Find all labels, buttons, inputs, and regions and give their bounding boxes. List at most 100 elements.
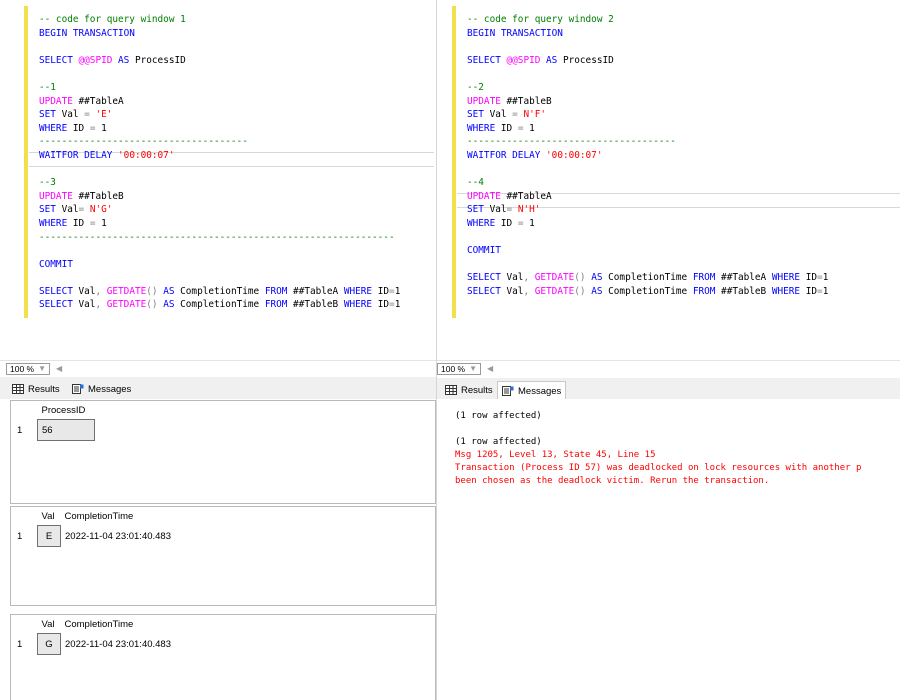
code-line[interactable]: BEGIN TRANSACTION [39, 27, 400, 41]
tab-results[interactable]: Results [441, 381, 497, 399]
scroll-left-icon[interactable]: ◀ [56, 364, 62, 373]
zoom-value: 100 % [441, 363, 466, 374]
tab-messages-label: Messages [518, 385, 562, 397]
code-line[interactable]: SET Val = 'E' [39, 108, 400, 122]
code-line[interactable]: SELECT Val, GETDATE() AS CompletionTime … [39, 298, 400, 312]
zoom-select[interactable]: 100 % ▼ [6, 362, 51, 375]
table-row[interactable]: 1 G 2022-11-04 23:01:40.483 [11, 633, 176, 655]
cell-completiontime[interactable]: 2022-11-04 23:01:40.483 [61, 634, 176, 655]
column-header-val[interactable]: Val [37, 507, 61, 526]
code-token: 1 [529, 122, 535, 134]
code-token: N'F' [523, 109, 547, 121]
code-token: , [95, 299, 107, 311]
code-token: N'G' [89, 204, 113, 216]
code-line[interactable]: ----------------------------------------… [39, 231, 400, 245]
code-token: ##TableA [721, 272, 772, 284]
code-line[interactable] [467, 67, 828, 81]
code-line[interactable]: UPDATE ##TableB [467, 95, 828, 109]
code-line[interactable] [39, 244, 400, 258]
result-grid-tableb[interactable]: Val CompletionTime 1 G 2022-11-04 23:01:40.… [10, 614, 436, 700]
message-line: (1 row affected) [455, 411, 542, 421]
code-line[interactable]: SET Val= N'H' [467, 203, 828, 217]
sql-editor-1[interactable]: -- code for query window 1 BEGIN TRANSACT… [0, 0, 436, 360]
code-line[interactable]: SET Val = N'F' [467, 108, 828, 122]
code-line[interactable]: --3 [39, 176, 400, 190]
code-token: Val [506, 285, 524, 297]
query-window-1: -- code for query window 1 BEGIN TRANSACT… [0, 0, 437, 700]
table-row[interactable]: 1 56 [11, 419, 95, 441]
scroll-left-icon[interactable]: ◀ [487, 364, 493, 373]
corner-cell [11, 507, 38, 526]
cell-completiontime[interactable]: 2022-11-04 23:01:40.483 [61, 526, 176, 547]
code-text[interactable]: -- code for query window 2 BEGIN TRANSACT… [467, 13, 828, 298]
code-token: ##TableB [506, 95, 552, 107]
code-line[interactable]: UPDATE ##TableB [39, 190, 400, 204]
code-line[interactable]: WAITFOR DELAY '00:00:07' [39, 149, 400, 163]
code-line[interactable]: SELECT Val, GETDATE() AS CompletionTime … [467, 285, 828, 299]
tab-messages[interactable]: Messages [68, 380, 135, 398]
code-token: GETDATE [106, 285, 147, 297]
code-text[interactable]: -- code for query window 1 BEGIN TRANSACT… [39, 13, 400, 312]
table-row[interactable]: 1 E 2022-11-04 23:01:40.483 [11, 525, 176, 547]
code-line[interactable]: COMMIT [467, 244, 828, 258]
code-line[interactable]: --1 [39, 81, 400, 95]
column-header-completiontime[interactable]: CompletionTime [60, 615, 175, 634]
code-line[interactable] [39, 67, 400, 81]
zoom-select[interactable]: 100 % ▼ [437, 362, 482, 375]
result-grid-processid[interactable]: ProcessID 1 56 [10, 400, 436, 504]
tab-results[interactable]: Results [8, 380, 64, 398]
code-line[interactable] [467, 231, 828, 245]
code-token: () [146, 285, 164, 297]
code-token: WHERE [467, 217, 501, 229]
code-token: @@SPID [506, 54, 541, 66]
code-line[interactable]: BEGIN TRANSACTION [467, 27, 828, 41]
column-header-val[interactable]: Val [37, 615, 61, 634]
result-grid-tablea[interactable]: Val CompletionTime 1 E 2022-11-04 23:01:40.… [10, 506, 436, 606]
results-tabs: Results Messages [437, 378, 900, 401]
cell-val[interactable]: G [37, 633, 61, 655]
tab-messages[interactable]: Messages [497, 381, 567, 400]
code-line[interactable]: WHERE ID = 1 [39, 122, 400, 136]
code-line[interactable] [39, 163, 400, 177]
code-line[interactable] [467, 163, 828, 177]
column-header-processid[interactable]: ProcessID [37, 401, 95, 420]
code-token: AS [163, 285, 181, 297]
code-token: AS [163, 299, 181, 311]
change-tracking-bar [24, 6, 28, 318]
code-line[interactable]: SELECT Val, GETDATE() AS CompletionTime … [39, 285, 400, 299]
code-line[interactable]: WHERE ID = 1 [467, 217, 828, 231]
code-line[interactable] [39, 40, 400, 54]
code-line[interactable]: SELECT Val, GETDATE() AS CompletionTime … [467, 271, 828, 285]
column-header-completiontime[interactable]: CompletionTime [60, 507, 175, 526]
code-line[interactable] [39, 271, 400, 285]
code-line[interactable]: ------------------------------------- [39, 135, 400, 149]
code-token: --2 [467, 81, 484, 93]
cell-val[interactable]: E [37, 525, 61, 547]
code-line[interactable]: WHERE ID = 1 [467, 122, 828, 136]
code-line[interactable]: --4 [467, 176, 828, 190]
code-line[interactable]: SET Val= N'G' [39, 203, 400, 217]
code-line[interactable]: UPDATE ##TableA [467, 190, 828, 204]
code-line[interactable] [467, 258, 828, 272]
code-line[interactable]: --2 [467, 81, 828, 95]
code-line[interactable]: WAITFOR DELAY '00:00:07' [467, 149, 828, 163]
code-token: 1 [822, 285, 829, 297]
code-token: = [89, 217, 102, 229]
code-token: N'H' [517, 204, 541, 216]
code-token: AS [540, 54, 563, 66]
code-token: () [146, 299, 164, 311]
code-line[interactable]: SELECT @@SPID AS ProcessID [467, 54, 828, 68]
code-line[interactable]: COMMIT [39, 258, 400, 272]
code-line[interactable]: WHERE ID = 1 [39, 217, 400, 231]
cell-processid[interactable]: 56 [37, 419, 95, 441]
sql-editor-2[interactable]: -- code for query window 2 BEGIN TRANSACT… [437, 0, 900, 360]
code-line[interactable]: SELECT @@SPID AS ProcessID [39, 54, 400, 68]
code-line[interactable]: ------------------------------------- [467, 135, 828, 149]
code-line[interactable]: -- code for query window 1 [39, 13, 400, 27]
code-token: = [89, 122, 102, 134]
code-line[interactable]: UPDATE ##TableA [39, 95, 400, 109]
code-token: = [78, 204, 90, 216]
code-token: ##TableB [293, 299, 344, 311]
code-line[interactable]: -- code for query window 2 [467, 13, 828, 27]
code-line[interactable] [467, 40, 828, 54]
